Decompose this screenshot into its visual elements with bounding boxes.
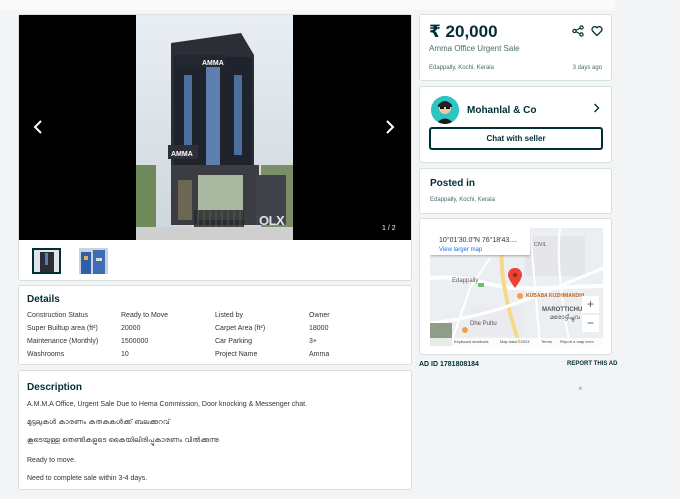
share-icon[interactable] <box>572 24 584 37</box>
olx-watermark: OLX <box>259 213 285 228</box>
map-coordinates: 10°01'30.0"N 76°18'43.... <box>439 237 518 244</box>
detail-value: 10 <box>121 351 129 358</box>
price: ₹ 20,000 <box>429 22 498 41</box>
terms-link[interactable]: Terms <box>541 339 552 344</box>
description-line: A.M.M.A Office, Urgent Sale Due to Hema … <box>27 401 307 408</box>
map-info-box: 10°01'30.0"N 76°18'43.... View larger ma… <box>430 228 530 255</box>
detail-value: 1500000 <box>121 338 149 345</box>
detail-label: Washrooms <box>27 351 65 358</box>
details-heading: Details <box>27 294 60 305</box>
prev-image-button[interactable] <box>33 119 43 138</box>
building-sign-mid: AMMA <box>171 151 193 158</box>
image-viewer[interactable]: AMMA AMMA OLX 1 / 2 <box>19 15 411 240</box>
building-sign-top: AMMA <box>202 60 224 67</box>
details-card: Details Construction Status Ready to Mov… <box>18 285 412 365</box>
map-label: KUBABA KUZHIMANDHI <box>526 293 585 299</box>
map-footer: Keyboard shortcuts Map data ©2024 Terms … <box>430 338 603 346</box>
heart-icon[interactable] <box>591 24 603 37</box>
seller-name[interactable]: Mohanlal & Co <box>467 105 536 116</box>
price-card: ₹ 20,000 Amma Office Urgent Sale Edappal… <box>419 14 612 81</box>
description-line: Ready to move. <box>27 457 77 464</box>
report-ad-link[interactable]: REPORT THIS AD <box>567 361 617 367</box>
detail-label: Super Builtup area (ft²) <box>27 325 98 332</box>
chevron-right-icon[interactable] <box>593 103 600 116</box>
thumbnail-1[interactable] <box>32 248 61 274</box>
main-photo: AMMA AMMA OLX <box>136 15 293 240</box>
map-label: MAROTTICHUV <box>542 307 587 313</box>
description-line: Need to complete sale within 3-4 days. <box>27 475 148 482</box>
top-strip <box>0 0 615 10</box>
posted-in-heading: Posted in <box>430 178 476 189</box>
detail-value: 20000 <box>121 325 141 332</box>
posted-in-location: Edappally, Kochi, Kerala <box>430 197 495 203</box>
zoom-in-button[interactable]: + <box>582 296 599 313</box>
detail-label: Carpet Area (ft²) <box>215 325 266 332</box>
keyboard-shortcuts-link[interactable]: Keyboard shortcuts <box>454 339 488 344</box>
posted-date: 3 days ago <box>572 65 602 71</box>
thumbnail-2[interactable] <box>79 248 108 274</box>
description-line: മുട്ടലുകൾ കാരണം കതകുകൾക്ക് ബലക്കുറവ് <box>27 419 170 426</box>
posted-in-card: Posted in Edappally, Kochi, Kerala <box>419 168 612 214</box>
description-card: Description A.M.M.A Office, Urgent Sale … <box>18 370 412 490</box>
detail-value: Amma <box>309 351 330 358</box>
map-label: CIVIL <box>534 242 547 248</box>
seller-card: Mohanlal & Co Chat with seller <box>419 86 612 163</box>
ad-id: AD ID 1781808184 <box>419 361 479 368</box>
map-label: Edappally <box>452 278 479 284</box>
image-gallery: AMMA AMMA OLX 1 / 2 <box>18 14 412 281</box>
report-map-error-link[interactable]: Report a map error <box>560 339 594 344</box>
map-label: Dhe Puttu <box>470 321 497 327</box>
map-card: 10°01'30.0"N 76°18'43.... View larger ma… <box>419 218 612 355</box>
detail-label: Maintenance (Monthly) <box>27 338 99 345</box>
location-map[interactable]: 10°01'30.0"N 76°18'43.... View larger ma… <box>430 228 603 346</box>
detail-label: Car Parking <box>215 338 252 345</box>
zoom-out-button[interactable]: − <box>582 315 599 332</box>
map-data-text: Map data ©2024 <box>500 339 530 344</box>
detail-value: 18000 <box>309 325 329 332</box>
description-line: കൂടെയുള്ള തെണ്ടികളുടെ കൈയിലിരിപ്പുകാരണം … <box>27 437 219 444</box>
listing-title: Amma Office Urgent Sale <box>429 44 520 53</box>
view-larger-map-link[interactable]: View larger map <box>439 247 482 253</box>
close-icon[interactable]: × <box>578 384 583 393</box>
detail-label: Listed by <box>215 312 244 319</box>
image-counter: 1 / 2 <box>382 225 396 232</box>
avatar[interactable] <box>431 96 459 124</box>
description-heading: Description <box>27 382 83 393</box>
detail-value: 3+ <box>309 338 317 345</box>
next-image-button[interactable] <box>385 119 395 138</box>
detail-label: Construction Status <box>27 312 89 319</box>
map-label: മരോട്ടിച്ചുവ <box>550 315 580 321</box>
chat-with-seller-button[interactable]: Chat with seller <box>429 127 603 150</box>
listing-location: Edappally, Kochi, Kerala <box>429 65 494 71</box>
detail-value: Ready to Move <box>121 312 169 319</box>
detail-label: Project Name <box>215 351 258 358</box>
detail-value: Owner <box>309 312 330 319</box>
